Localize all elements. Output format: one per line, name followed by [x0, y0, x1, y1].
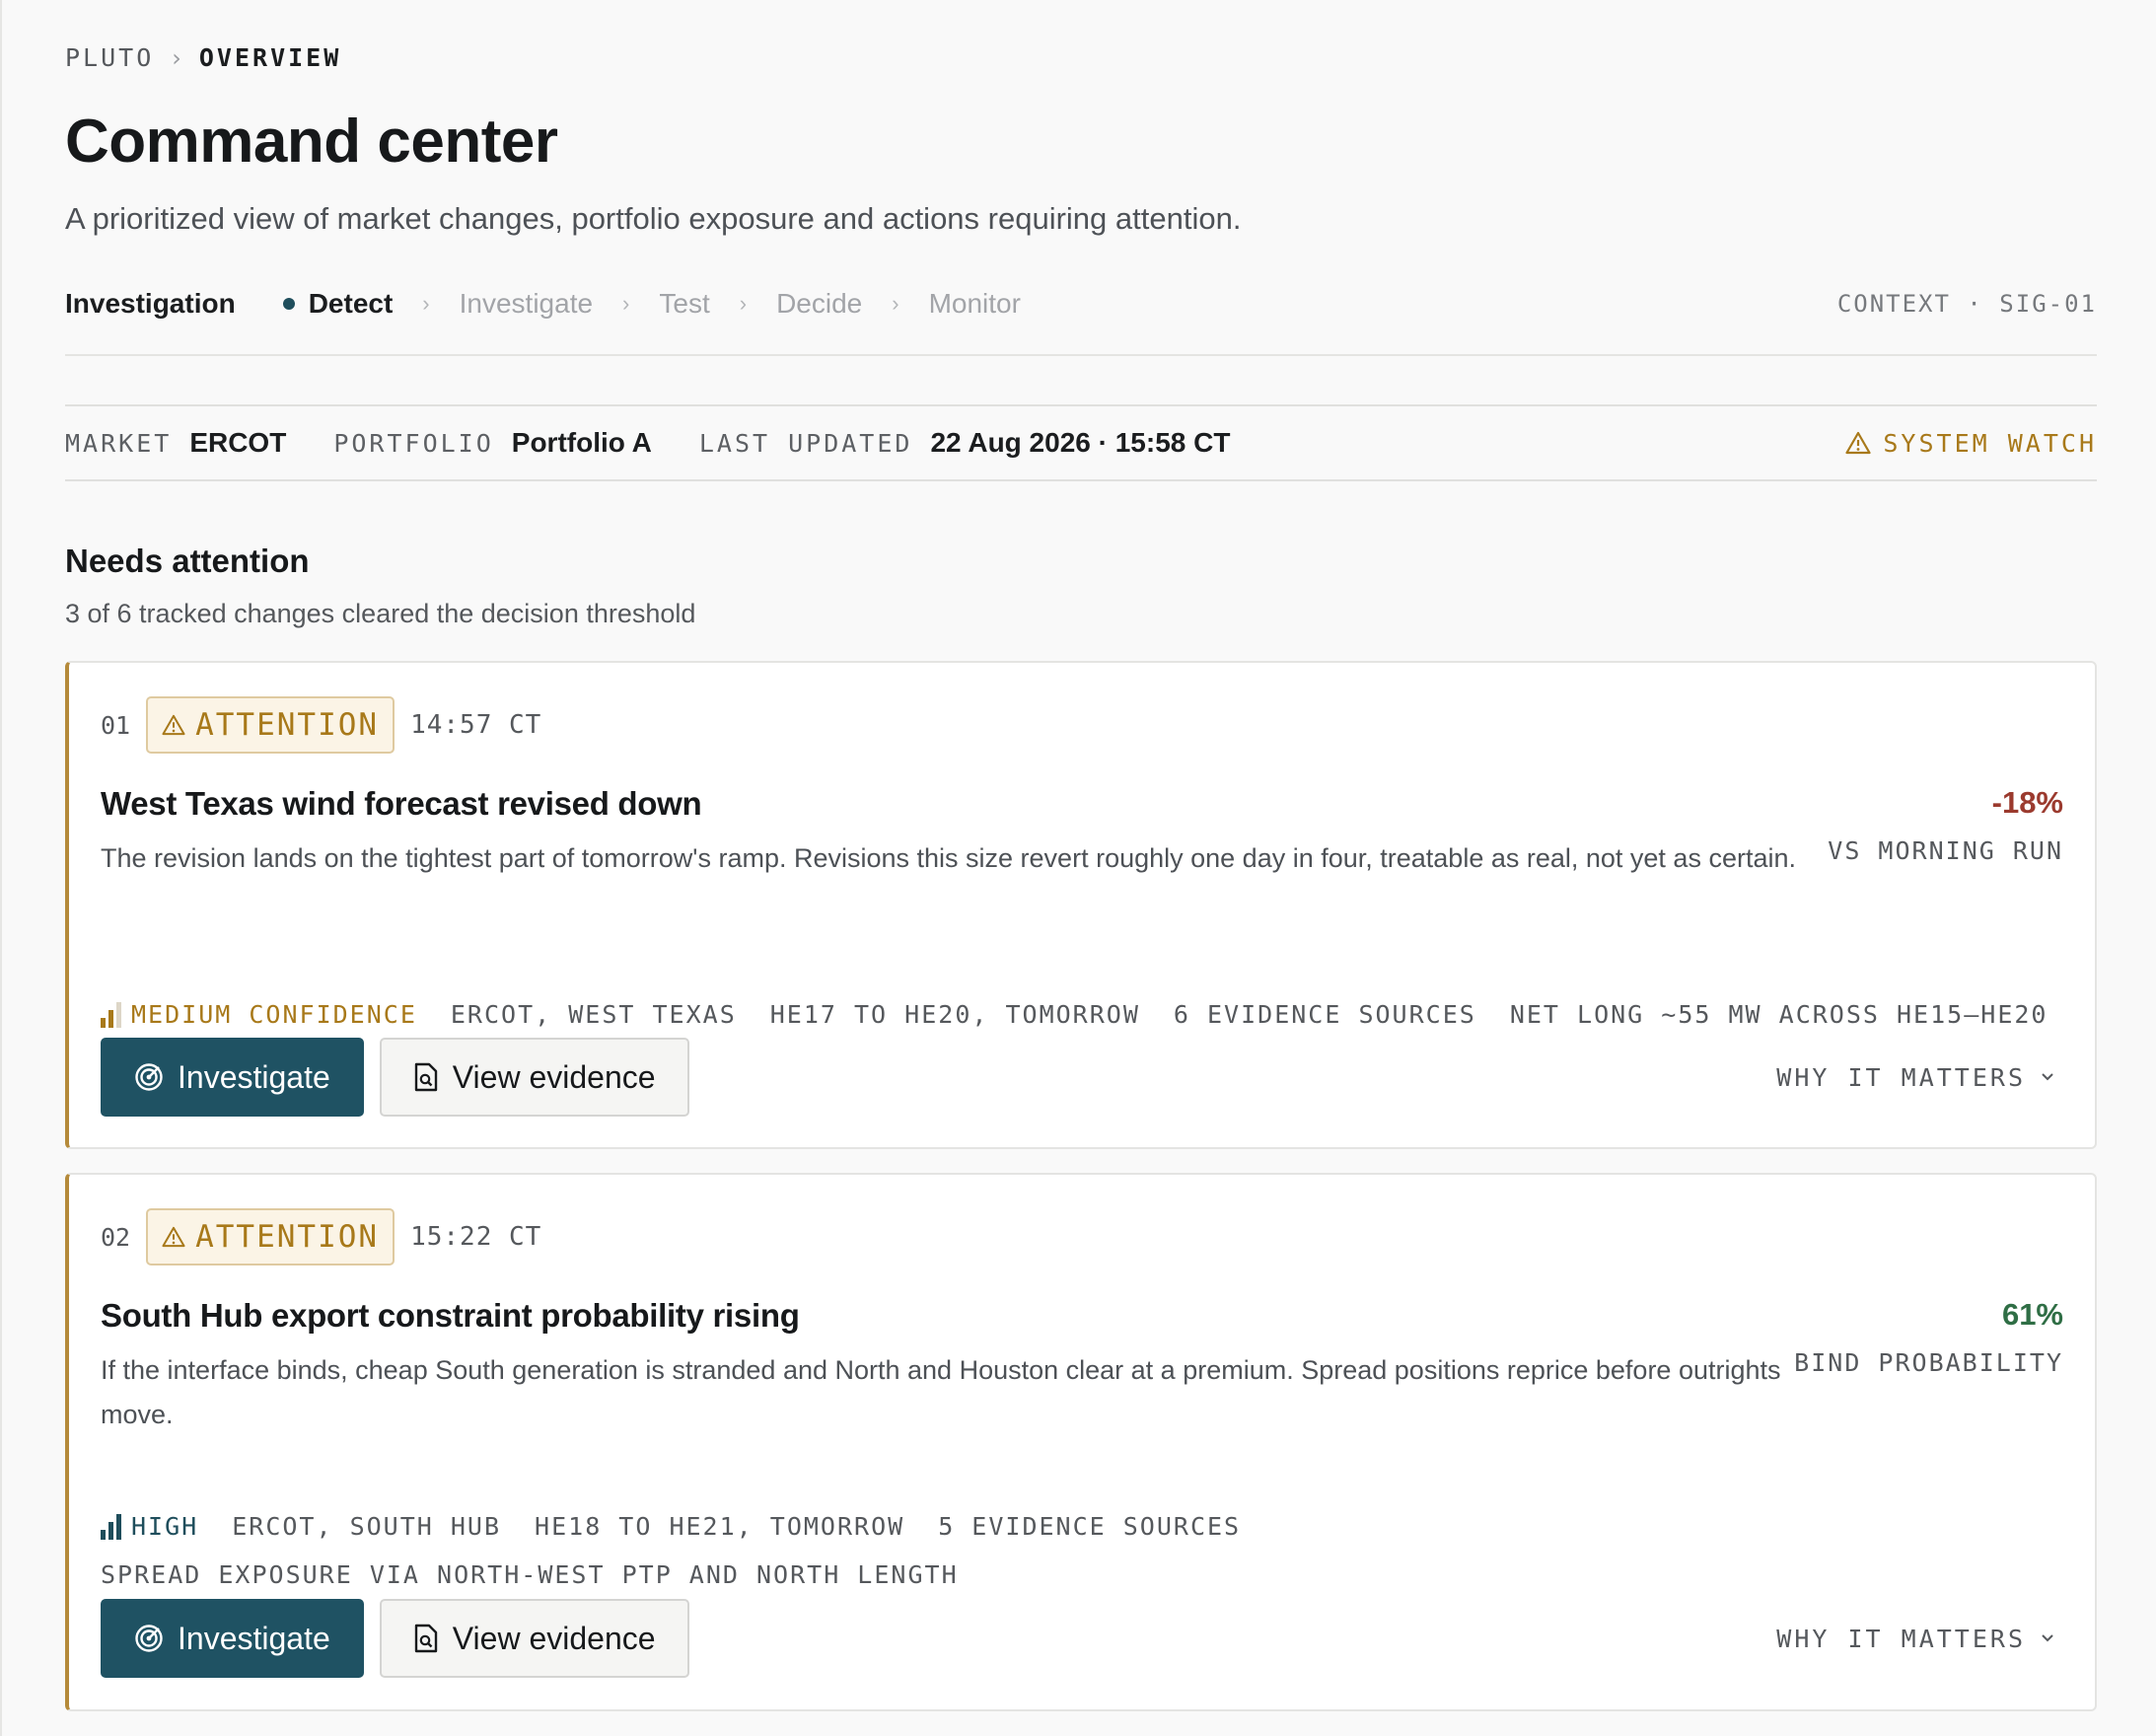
card-tags: MEDIUM CONFIDENCE ERCOT, WEST TEXAS HE17… — [101, 1000, 2063, 1029]
card-time: 14:57 CT — [410, 710, 542, 740]
step-test[interactable]: Test — [659, 288, 709, 320]
card-metric: -18% VS MORNING RUN — [1828, 785, 2063, 865]
warning-triangle-icon — [1845, 431, 1871, 455]
step-monitor[interactable]: Monitor — [929, 288, 1021, 320]
breadcrumb-root[interactable]: PLUTO — [65, 43, 154, 72]
view-evidence-button-label: View evidence — [452, 1620, 656, 1656]
badge-label: ATTENTION — [195, 1219, 380, 1255]
attention-badge: ATTENTION — [146, 696, 395, 754]
investigation-stepper: Investigation Detect › Investigate › Tes… — [65, 286, 2097, 322]
signal-bars-icon — [101, 1513, 121, 1540]
tag-exposure: SPREAD EXPOSURE VIA NORTH-WEST PTP AND N… — [101, 1560, 959, 1589]
document-search-icon — [414, 1062, 437, 1092]
card-time: 15:22 CT — [410, 1222, 542, 1252]
system-status: SYSTEM WATCH — [1845, 429, 2097, 458]
section-subtitle: 3 of 6 tracked changes cleared the decis… — [65, 599, 696, 628]
last-updated-value: 22 Aug 2026 · 15:58 CT — [930, 427, 1231, 458]
page-title: Command center — [65, 108, 558, 176]
metric-caption: BIND PROBABILITY — [1794, 1348, 2063, 1377]
portfolio-label: PORTFOLIO — [333, 428, 494, 458]
tag-market: ERCOT, SOUTH HUB — [232, 1512, 502, 1541]
card-index: 01 — [101, 710, 131, 740]
warning-triangle-icon — [162, 1226, 185, 1248]
attention-card: 01 ATTENTION 14:57 CT West Texas wind fo… — [65, 661, 2097, 1149]
tag-evidence: 5 EVIDENCE SOURCES — [938, 1512, 1242, 1541]
confidence-indicator: MEDIUM CONFIDENCE — [101, 1000, 417, 1029]
breadcrumb-separator-icon: › — [172, 43, 181, 72]
document-search-icon — [414, 1624, 437, 1653]
page-subtitle: A prioritized view of market changes, po… — [65, 201, 1242, 236]
metric-value: -18% — [1991, 785, 2063, 820]
active-step-dot-icon — [282, 298, 295, 310]
breadcrumb: PLUTO › OVERVIEW — [65, 43, 341, 72]
portfolio-value: Portfolio A — [511, 427, 652, 458]
step-decide[interactable]: Decide — [776, 288, 862, 320]
investigate-button-label: Investigate — [178, 1058, 330, 1095]
context-bar: MARKET ERCOT PORTFOLIO Portfolio A LAST … — [65, 404, 2097, 481]
view-evidence-button[interactable]: View evidence — [379, 1599, 689, 1678]
card-actions: Investigate View evidence WHY IT MATTERS — [101, 1038, 2063, 1117]
investigate-button[interactable]: Investigate — [101, 1038, 364, 1117]
card-header: 01 ATTENTION 14:57 CT — [101, 696, 541, 754]
attention-badge: ATTENTION — [146, 1208, 395, 1266]
market-label: MARKET — [65, 428, 173, 458]
investigate-button[interactable]: Investigate — [101, 1599, 364, 1678]
command-center-page: PLUTO › OVERVIEW Command center A priori… — [0, 0, 2156, 1736]
attention-card: 02 ATTENTION 15:22 CT South Hub export c… — [65, 1173, 2097, 1711]
card-actions: Investigate View evidence WHY IT MATTERS — [101, 1599, 2063, 1678]
warning-triangle-icon — [162, 714, 185, 736]
tag-evidence: 6 EVIDENCE SOURCES — [1173, 1000, 1476, 1029]
tag-market: ERCOT, WEST TEXAS — [450, 1000, 737, 1029]
tag-exposure: NET LONG ~55 MW ACROSS HE15–HE20 — [1509, 1000, 2048, 1029]
section-title: Needs attention — [65, 542, 310, 579]
card-title[interactable]: West Texas wind forecast revised down — [101, 785, 702, 823]
system-status-label: SYSTEM WATCH — [1883, 428, 2097, 458]
metric-caption: VS MORNING RUN — [1828, 836, 2063, 865]
confidence-indicator: HIGH — [101, 1512, 198, 1541]
card-description: The revision lands on the tightest part … — [101, 843, 1796, 873]
card-index: 02 — [101, 1222, 131, 1252]
card-tags: HIGH ERCOT, SOUTH HUB HE18 TO HE21, TOMO… — [101, 1512, 2063, 1589]
left-divider — [0, 0, 2, 1736]
confidence-label: MEDIUM CONFIDENCE — [131, 1000, 417, 1029]
why-it-matters-label: WHY IT MATTERS — [1776, 1624, 2026, 1653]
chevron-right-icon: › — [739, 291, 748, 316]
why-it-matters-label: WHY IT MATTERS — [1776, 1062, 2026, 1092]
badge-label: ATTENTION — [195, 707, 380, 743]
radar-icon — [135, 1625, 163, 1652]
confidence-label: HIGH — [131, 1512, 199, 1541]
chevron-right-icon: › — [892, 291, 899, 316]
context-id: CONTEXT · SIG-01 — [1836, 290, 2097, 318]
step-investigate[interactable]: Investigate — [460, 288, 593, 320]
signal-bars-icon — [101, 1001, 121, 1028]
view-evidence-button-label: View evidence — [452, 1058, 656, 1095]
card-header: 02 ATTENTION 15:22 CT — [101, 1208, 541, 1266]
breadcrumb-current: OVERVIEW — [198, 43, 342, 72]
card-metric: 61% BIND PROBABILITY — [1794, 1297, 2063, 1377]
chevron-right-icon: › — [422, 291, 430, 316]
header-divider — [65, 354, 2097, 356]
card-title[interactable]: South Hub export constraint probability … — [101, 1297, 800, 1335]
radar-icon — [135, 1063, 163, 1091]
chevron-down-icon — [2042, 1634, 2053, 1642]
investigate-button-label: Investigate — [178, 1620, 330, 1656]
tag-window: HE18 TO HE21, TOMORROW — [535, 1512, 905, 1541]
chevron-right-icon: › — [622, 291, 630, 316]
step-detect[interactable]: Detect — [309, 288, 394, 320]
metric-value: 61% — [2001, 1297, 2063, 1332]
last-updated-label: LAST UPDATED — [698, 428, 913, 458]
tag-window: HE17 TO HE20, TOMORROW — [769, 1000, 1140, 1029]
chevron-down-icon — [2042, 1073, 2053, 1081]
why-it-matters-toggle[interactable]: WHY IT MATTERS — [1776, 1625, 2063, 1653]
why-it-matters-toggle[interactable]: WHY IT MATTERS — [1776, 1063, 2063, 1092]
card-description: If the interface binds, cheap South gene… — [101, 1355, 1781, 1429]
view-evidence-button[interactable]: View evidence — [379, 1038, 689, 1117]
stepper-label: Investigation — [65, 288, 236, 319]
market-value: ERCOT — [189, 427, 287, 458]
